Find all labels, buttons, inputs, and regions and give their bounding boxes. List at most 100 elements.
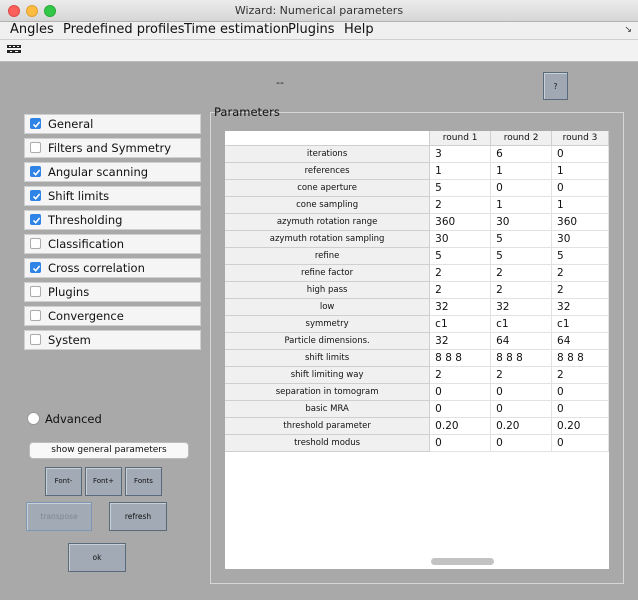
table-cell[interactable]: 2 xyxy=(490,264,553,282)
category-plugins[interactable]: Plugins xyxy=(24,282,201,302)
parameters-title: Parameters xyxy=(214,105,280,119)
table-cell[interactable]: 5 xyxy=(490,230,553,248)
table-cell[interactable]: 2 xyxy=(551,264,609,282)
table-cell[interactable]: 2 xyxy=(429,264,492,282)
checkbox[interactable] xyxy=(30,286,41,297)
show-general-parameters-button[interactable]: show general parameters xyxy=(29,442,189,459)
category-label: Plugins xyxy=(48,285,90,299)
table-cell[interactable]: 5 xyxy=(429,179,492,197)
menu-angles[interactable]: Angles xyxy=(10,22,54,37)
table-cell[interactable]: 30 xyxy=(490,213,553,231)
row-header: high pass xyxy=(225,281,431,299)
table-cell[interactable]: 1 xyxy=(551,162,609,180)
category-cross-correlation[interactable]: Cross correlation xyxy=(24,258,201,278)
table-cell[interactable]: 2 xyxy=(490,281,553,299)
refresh-button[interactable]: refresh xyxy=(109,502,167,531)
row-header: cone sampling xyxy=(225,196,431,214)
checkbox[interactable] xyxy=(30,310,41,321)
checkbox-checked[interactable] xyxy=(30,166,41,177)
table-cell[interactable]: 32 xyxy=(490,298,553,316)
table-cell[interactable]: 2 xyxy=(429,281,492,299)
table-cell[interactable]: 0 xyxy=(551,400,609,418)
advanced-radio[interactable] xyxy=(27,412,40,425)
menu-plugins[interactable]: Plugins xyxy=(288,22,335,37)
table-cell[interactable]: 360 xyxy=(551,213,609,231)
table-cell[interactable]: 5 xyxy=(429,247,492,265)
category-thresholding[interactable]: Thresholding xyxy=(24,210,201,230)
table-cell[interactable]: 6 xyxy=(490,145,553,163)
table-cell[interactable]: 2 xyxy=(551,366,609,384)
checkbox[interactable] xyxy=(30,238,41,249)
table-cell[interactable]: 0 xyxy=(551,179,609,197)
category-shift-limits[interactable]: Shift limits xyxy=(24,186,201,206)
table-cell[interactable]: 3 xyxy=(429,145,492,163)
table-cell[interactable]: 0 xyxy=(551,145,609,163)
row-header: shift limiting way xyxy=(225,366,431,384)
table-cell[interactable]: c1 xyxy=(490,315,553,333)
table-cell[interactable]: 360 xyxy=(429,213,492,231)
checkbox-checked[interactable] xyxy=(30,214,41,225)
table-cell[interactable]: 5 xyxy=(551,247,609,265)
transpose-button[interactable]: transpose xyxy=(26,502,92,531)
category-classification[interactable]: Classification xyxy=(24,234,201,254)
help-button[interactable]: ? xyxy=(543,72,568,100)
checkbox[interactable] xyxy=(30,334,41,345)
ok-button[interactable]: ok xyxy=(68,543,126,572)
checkbox-checked[interactable] xyxy=(30,190,41,201)
table-cell[interactable]: 0 xyxy=(490,434,553,452)
table-cell[interactable]: 32 xyxy=(429,298,492,316)
toolbar-glyph-icon[interactable] xyxy=(7,44,21,56)
table-cell[interactable]: 0.20 xyxy=(490,417,553,435)
category-convergence[interactable]: Convergence xyxy=(24,306,201,326)
table-cell[interactable]: 8 8 8 xyxy=(490,349,553,367)
table-cell[interactable]: 0 xyxy=(429,383,492,401)
table-cell[interactable]: 2 xyxy=(429,366,492,384)
table-cell[interactable]: 30 xyxy=(551,230,609,248)
checkbox[interactable] xyxy=(30,142,41,153)
column-header-round-2[interactable]: round 2 xyxy=(490,131,553,146)
table-cell[interactable]: 30 xyxy=(429,230,492,248)
table-cell[interactable]: 0 xyxy=(490,400,553,418)
table-cell[interactable]: 1 xyxy=(429,162,492,180)
menu-predefined-profiles[interactable]: Predefined profiles xyxy=(63,22,185,37)
table-cell[interactable]: 32 xyxy=(429,332,492,350)
toolbar xyxy=(0,40,638,62)
horizontal-scrollbar[interactable] xyxy=(431,558,494,565)
title-bar: Wizard: Numerical parameters xyxy=(0,0,638,22)
table-cell[interactable]: 0 xyxy=(429,434,492,452)
table-cell[interactable]: 8 8 8 xyxy=(429,349,492,367)
table-cell[interactable]: 64 xyxy=(490,332,553,350)
fonts-button[interactable]: Fonts xyxy=(125,467,162,496)
category-angular-scanning[interactable]: Angular scanning xyxy=(24,162,201,182)
table-cell[interactable]: 0 xyxy=(429,400,492,418)
table-cell[interactable]: 5 xyxy=(490,247,553,265)
table-cell[interactable]: 2 xyxy=(429,196,492,214)
table-cell[interactable]: 2 xyxy=(490,366,553,384)
table-cell[interactable]: 1 xyxy=(490,196,553,214)
table-cell[interactable]: 0.20 xyxy=(429,417,492,435)
table-cell[interactable]: 0 xyxy=(551,434,609,452)
menu-time-estimation[interactable]: Time estimation xyxy=(184,22,289,37)
table-cell[interactable]: 0.20 xyxy=(551,417,609,435)
checkbox-checked[interactable] xyxy=(30,262,41,273)
font-decrease-button[interactable]: Font- xyxy=(45,467,82,496)
table-cell[interactable]: 0 xyxy=(490,383,553,401)
table-cell[interactable]: 0 xyxy=(551,383,609,401)
checkbox-checked[interactable] xyxy=(30,118,41,129)
menu-help[interactable]: Help xyxy=(344,22,374,37)
column-header-round-3[interactable]: round 3 xyxy=(551,131,609,146)
table-cell[interactable]: 0 xyxy=(490,179,553,197)
table-cell[interactable]: c1 xyxy=(551,315,609,333)
table-cell[interactable]: 8 8 8 xyxy=(551,349,609,367)
table-cell[interactable]: 1 xyxy=(490,162,553,180)
category-system[interactable]: System xyxy=(24,330,201,350)
table-cell[interactable]: 32 xyxy=(551,298,609,316)
table-cell[interactable]: 2 xyxy=(551,281,609,299)
column-header-round-1[interactable]: round 1 xyxy=(429,131,492,146)
table-cell[interactable]: c1 xyxy=(429,315,492,333)
table-cell[interactable]: 1 xyxy=(551,196,609,214)
category-general[interactable]: General xyxy=(24,114,201,134)
table-cell[interactable]: 64 xyxy=(551,332,609,350)
font-increase-button[interactable]: Font+ xyxy=(85,467,122,496)
category-filters-and-symmetry[interactable]: Filters and Symmetry xyxy=(24,138,201,158)
